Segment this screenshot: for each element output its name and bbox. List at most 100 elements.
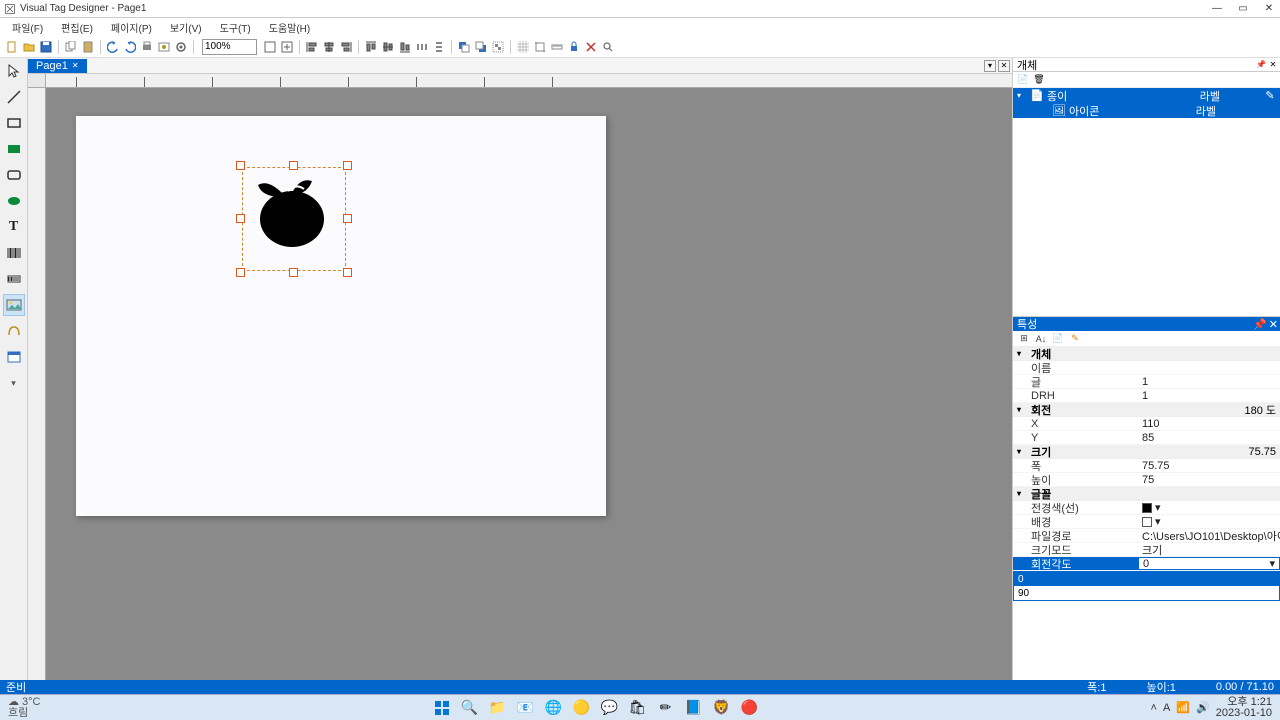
menu-help[interactable]: 도움말(H) — [261, 19, 318, 36]
send-back-button[interactable] — [473, 39, 489, 55]
text-tool[interactable]: T — [3, 216, 25, 238]
image-tool[interactable] — [3, 294, 25, 316]
search-button[interactable]: 🔍 — [459, 697, 481, 719]
prop-row-w[interactable]: 폭75.75 — [1013, 459, 1280, 473]
zoom-in-button[interactable] — [279, 39, 295, 55]
more-tool[interactable]: ▾ — [3, 372, 25, 394]
dropdown-icon[interactable]: ▾ — [1155, 501, 1161, 514]
store-app[interactable]: 🛍 — [627, 697, 649, 719]
undo-button[interactable] — [105, 39, 121, 55]
menu-view[interactable]: 보기(V) — [162, 19, 210, 36]
props-cat-icon[interactable]: ⊞ — [1017, 332, 1031, 346]
handle-tr[interactable] — [343, 161, 352, 170]
settings-button[interactable] — [173, 39, 189, 55]
prop-row-x[interactable]: X110 — [1013, 417, 1280, 431]
new-button[interactable] — [4, 39, 20, 55]
rect-tool[interactable] — [3, 112, 25, 134]
print-button[interactable] — [139, 39, 155, 55]
canvas-viewport[interactable] — [46, 88, 1012, 680]
prop-row-drh[interactable]: DRH1 — [1013, 389, 1280, 403]
prop-row-rotation[interactable]: 회전각도0▾ — [1013, 557, 1280, 571]
group-button[interactable] — [490, 39, 506, 55]
tree-panel-pin-icon[interactable]: 📌 — [1256, 60, 1266, 70]
explorer-app[interactable]: 📁 — [487, 697, 509, 719]
open-button[interactable] — [21, 39, 37, 55]
menu-tools[interactable]: 도구(T) — [212, 19, 259, 36]
tree-child-row[interactable]: 🖼 아이콘 라벨 — [1013, 103, 1280, 118]
props-panel-pin-icon[interactable]: 📌 — [1253, 318, 1267, 331]
pointer-tool[interactable] — [3, 60, 25, 82]
handle-mr[interactable] — [343, 214, 352, 223]
tray-up-icon[interactable]: ˄ — [1151, 702, 1157, 714]
align-left-button[interactable] — [304, 39, 320, 55]
edge-app[interactable]: 🌐 — [543, 697, 565, 719]
handle-bl[interactable] — [236, 268, 245, 277]
zoom-fit-button[interactable] — [262, 39, 278, 55]
tabs-close-icon[interactable]: ✕ — [998, 60, 1010, 72]
roundrect-tool[interactable] — [3, 164, 25, 186]
preview-button[interactable] — [156, 39, 172, 55]
tree-add-icon[interactable]: 📄 — [1017, 74, 1029, 86]
table-tool[interactable] — [3, 346, 25, 368]
align-top-button[interactable] — [363, 39, 379, 55]
handle-ml[interactable] — [236, 214, 245, 223]
start-button[interactable] — [431, 697, 453, 719]
barcode-tool[interactable] — [3, 242, 25, 264]
brave-app[interactable]: 🦁 — [711, 697, 733, 719]
doc-tab-close-icon[interactable]: ✕ — [72, 61, 79, 70]
props-panel-close-icon[interactable]: ✕ — [1269, 318, 1278, 331]
maximize-button[interactable]: ▭ — [1236, 2, 1250, 16]
delete-button[interactable] — [583, 39, 599, 55]
prop-cat-pos[interactable]: ▾회전180 도 — [1013, 403, 1280, 417]
align-middle-button[interactable] — [380, 39, 396, 55]
align-bottom-button[interactable] — [397, 39, 413, 55]
prop-row-y[interactable]: Y85 — [1013, 431, 1280, 445]
prop-row-text[interactable]: 글1 — [1013, 375, 1280, 389]
tray-wifi-icon[interactable]: 📶 — [1176, 701, 1190, 714]
dropdown-item-90[interactable]: 90 — [1014, 586, 1279, 600]
menu-page[interactable]: 페이지(P) — [103, 19, 160, 36]
designer-app[interactable]: ✏ — [655, 697, 677, 719]
prop-row-fg[interactable]: 전경색(선)▾ — [1013, 501, 1280, 515]
shape-tool[interactable] — [3, 320, 25, 342]
rect-fill-tool[interactable] — [3, 138, 25, 160]
tree-panel-close-icon[interactable]: ✕ — [1268, 60, 1278, 70]
handle-tm[interactable] — [289, 161, 298, 170]
chat-app[interactable]: 💬 — [599, 697, 621, 719]
tray-lang[interactable]: A — [1163, 702, 1170, 714]
tree-root-row[interactable]: ▾ 📄 종이 라벨 ✎ — [1013, 88, 1280, 103]
align-right-button[interactable] — [338, 39, 354, 55]
snap-button[interactable] — [532, 39, 548, 55]
tray-sound-icon[interactable]: 🔊 — [1196, 701, 1210, 714]
ellipse-tool[interactable] — [3, 190, 25, 212]
tree-edit-icon[interactable]: ✎ — [1264, 90, 1276, 102]
grid-button[interactable] — [515, 39, 531, 55]
zoom-input[interactable] — [202, 39, 257, 55]
prop-row-name[interactable]: 이름 — [1013, 361, 1280, 375]
tree-del-icon[interactable]: 🗑 — [1033, 74, 1045, 86]
save-button[interactable] — [38, 39, 54, 55]
prop-cat-size[interactable]: ▾크기75.75 — [1013, 445, 1280, 459]
barcode2-tool[interactable] — [3, 268, 25, 290]
prop-row-h[interactable]: 높이75 — [1013, 473, 1280, 487]
menu-file[interactable]: 파일(F) — [4, 19, 51, 36]
redo-button[interactable] — [122, 39, 138, 55]
props-edit-icon[interactable]: ✎ — [1068, 332, 1082, 346]
handle-br[interactable] — [343, 268, 352, 277]
chrome-app[interactable]: 🟡 — [571, 697, 593, 719]
refresh-button[interactable] — [600, 39, 616, 55]
distribute-v-button[interactable] — [431, 39, 447, 55]
handle-bm[interactable] — [289, 268, 298, 277]
close-button[interactable]: ✕ — [1262, 2, 1276, 16]
copy-button[interactable] — [63, 39, 79, 55]
record-app[interactable]: 🔴 — [739, 697, 761, 719]
tabs-dropdown-icon[interactable]: ▾ — [984, 60, 996, 72]
dropdown-item-0[interactable]: 0 — [1014, 572, 1279, 586]
prop-cat-object[interactable]: ▾개체 — [1013, 347, 1280, 361]
doc-tab-active[interactable]: Page1 ✕ — [28, 59, 87, 73]
distribute-h-button[interactable] — [414, 39, 430, 55]
taskbar-weather[interactable]: ☁ 3°C 흐림 — [8, 697, 40, 719]
bring-front-button[interactable] — [456, 39, 472, 55]
align-center-h-button[interactable] — [321, 39, 337, 55]
dropdown-icon[interactable]: ▾ — [1269, 557, 1275, 570]
